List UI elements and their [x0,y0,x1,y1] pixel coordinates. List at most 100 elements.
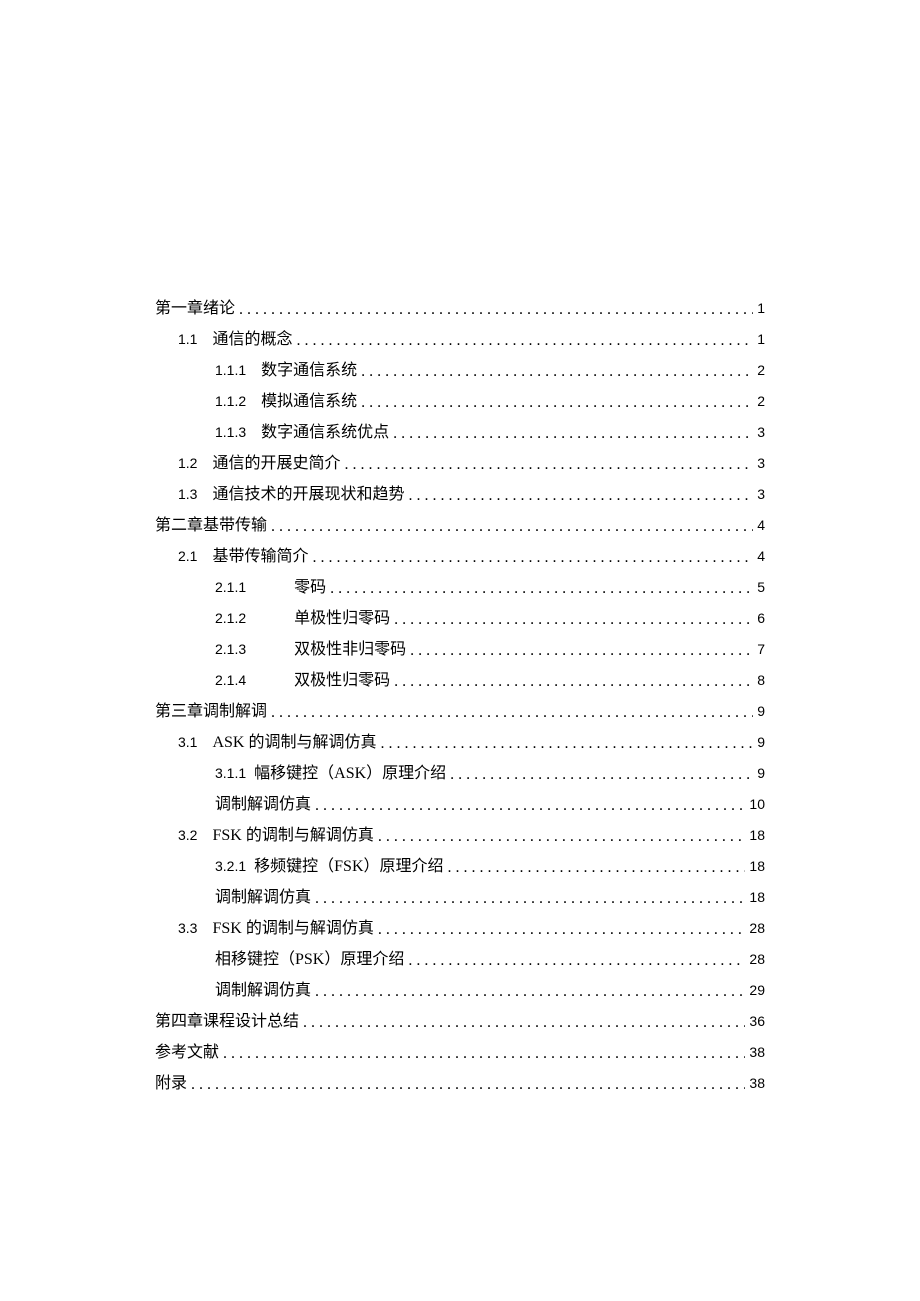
toc-dot-leader [394,669,753,695]
toc-page-number: 3 [757,450,765,476]
toc-page-number: 5 [757,574,765,600]
toc-section-number: 2.1.1 [215,574,246,600]
toc-entry: 3.2 FSK 的调制与解调仿真 18 [155,822,765,849]
toc-title: 基带传输简介 [212,544,308,570]
toc-entry: 参考文献 38 [155,1039,765,1066]
toc-section-number: 3.2.1 [215,853,246,879]
toc-title: ASK 的调制与解调仿真 [212,730,376,756]
toc-title: 第三章调制解调 [155,699,267,725]
toc-page-number: 9 [757,729,765,755]
toc-dot-leader [315,886,745,912]
toc-title: 数字通信系统 [261,358,357,384]
toc-dot-leader [378,917,746,943]
toc-page-number: 10 [749,791,765,817]
toc-page-number: 38 [749,1039,765,1065]
toc-page-number: 4 [757,512,765,538]
toc-entry: 第三章调制解调9 [155,698,765,725]
toc-page-number: 1 [757,326,765,352]
toc-dot-leader [312,545,753,571]
toc-entry: 1.1.3数字通信系统优点3 [155,419,765,446]
toc-title: 通信的开展史简介 [212,451,340,477]
toc-title: 双极性非归零码 [294,637,406,663]
toc-dot-leader [448,855,746,881]
toc-page-number: 3 [757,481,765,507]
toc-title: 单极性归零码 [294,606,390,632]
toc-title: 调制解调仿真 [215,792,311,818]
toc-section-number: 1.2 [178,450,197,476]
toc-page-number: 3 [757,419,765,445]
toc-entry: 调制解调仿真 29 [155,977,765,1004]
toc-dot-leader [271,700,753,726]
toc-entry: 第一章绪论 1 [155,295,765,322]
toc-section-number: 2.1 [178,543,197,569]
toc-section-number: 3.1.1 [215,760,246,786]
toc-title: 调制解调仿真 [215,978,311,1004]
toc-title: 第四章课程设计总结 [155,1009,299,1035]
toc-dot-leader [361,390,753,416]
toc-title: 附录 [155,1071,187,1097]
toc-dot-leader [408,483,753,509]
toc-entry: 2.1 基带传输简介 4 [155,543,765,570]
toc-title: FSK 的调制与解调仿真 [212,823,373,849]
toc-entry: 第二章基带传输 4 [155,512,765,539]
toc-title: 通信技术的开展现状和趋势 [212,482,404,508]
toc-page-number: 28 [749,915,765,941]
toc-entry: 3.1ASK 的调制与解调仿真9 [155,729,765,756]
toc-dot-leader [408,948,745,974]
toc-dot-leader [361,359,753,385]
toc-dot-leader [380,731,753,757]
toc-dot-leader [378,824,746,850]
toc-dot-leader [410,638,753,664]
toc-page-number: 36 [749,1008,765,1034]
toc-entry: 附录 38 [155,1070,765,1097]
toc-title: 参考文献 [155,1040,219,1066]
toc-dot-leader [296,328,753,354]
toc-title: FSK 的调制与解调仿真 [212,916,373,942]
toc-title: 通信的概念 [212,327,292,353]
toc-section-number: 2.1.2 [215,605,246,631]
toc-page-number: 1 [757,295,765,321]
toc-entry: 调制解调仿真 10 [155,791,765,818]
toc-dot-leader [330,576,753,602]
toc-title: 相移键控（PSK）原理介绍 [215,947,404,973]
toc-title: 第一章绪论 [155,296,235,322]
toc-entry: 3.1.1幅移键控（ASK）原理介绍9 [155,760,765,787]
toc-dot-leader [271,514,753,540]
toc-page-number: 38 [749,1070,765,1096]
toc-entry: 调制解调仿真 18 [155,884,765,911]
toc-entry: 2.1.2单极性归零码6 [155,605,765,632]
toc-title: 模拟通信系统 [261,389,357,415]
toc-entry: 1.3 通信技术的开展现状和趋势 3 [155,481,765,508]
toc-section-number: 3.3 [178,915,197,941]
toc-dot-leader [394,607,753,633]
toc-section-number: 2.1.4 [215,667,246,693]
toc-section-number: 1.1.2 [215,388,246,414]
toc-title: 调制解调仿真 [215,885,311,911]
toc-entry: 2.1.1零码5 [155,574,765,601]
toc-page-number: 18 [749,884,765,910]
toc-section-number: 1.1.1 [215,357,246,383]
toc-entry: 相移键控（PSK）原理介绍 28 [155,946,765,973]
toc-dot-leader [315,979,745,1005]
toc-page-number: 7 [757,636,765,662]
toc-section-number: 1.3 [178,481,197,507]
toc-entry: 1.1.2 模拟通信系统 2 [155,388,765,415]
toc-section-number: 3.2 [178,822,197,848]
toc-section-number: 2.1.3 [215,636,246,662]
toc-page-number: 8 [757,667,765,693]
toc-title: 数字通信系统优点 [261,420,389,446]
toc-page-number: 4 [757,543,765,569]
toc-entry: 1.1通信的概念1 [155,326,765,353]
toc-entry: 第四章课程设计总结 36 [155,1008,765,1035]
toc-title: 第二章基带传输 [155,513,267,539]
table-of-contents: 第一章绪论11.1通信的概念11.1.1数字通信系统21.1.2模拟通信系统21… [155,295,765,1097]
toc-entry: 1.1.1数字通信系统2 [155,357,765,384]
document-page: 第一章绪论11.1通信的概念11.1.1数字通信系统21.1.2模拟通信系统21… [0,0,920,1301]
toc-page-number: 18 [749,822,765,848]
toc-page-number: 29 [749,977,765,1003]
toc-entry: 3.3 FSK 的调制与解调仿真 28 [155,915,765,942]
toc-page-number: 28 [749,946,765,972]
toc-page-number: 2 [757,388,765,414]
toc-dot-leader [450,762,753,788]
toc-title: 双极性归零码 [294,668,390,694]
